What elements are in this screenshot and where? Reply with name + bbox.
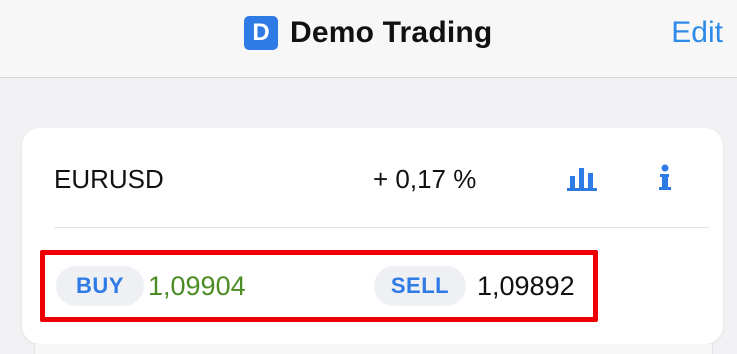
- highlight-box: [40, 250, 598, 322]
- bar-chart-icon[interactable]: [567, 166, 597, 192]
- edit-button[interactable]: Edit: [671, 14, 723, 52]
- demo-account-badge-icon: D: [244, 16, 278, 50]
- title-text: Demo Trading: [290, 16, 493, 49]
- instrument-card[interactable]: EURUSD + 0,17 % BUY 1,09904 SELL 1,09892: [22, 128, 723, 344]
- info-icon[interactable]: [652, 164, 678, 192]
- top-bar: D Demo Trading Edit: [0, 0, 737, 78]
- price-change: + 0,17 %: [373, 164, 477, 194]
- next-card-edge: [34, 344, 713, 354]
- instrument-symbol: EURUSD: [54, 164, 164, 194]
- page-title: D Demo Trading: [244, 14, 492, 52]
- row-divider: [54, 227, 709, 228]
